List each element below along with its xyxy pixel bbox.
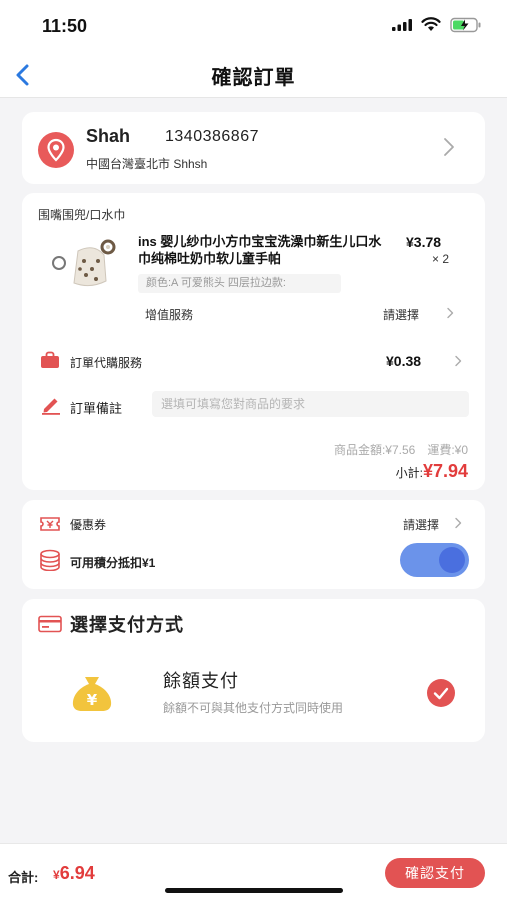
balance-payment-note: 餘額不可與其他支付方式同時使用 [163, 701, 344, 715]
order-note-input[interactable] [152, 391, 469, 417]
navigation-bar: 確認訂單 [0, 52, 507, 98]
shipping-address-card[interactable]: Shah 1340386867 中國台灣臺北市 Shhsh [22, 112, 485, 184]
toggle-knob [439, 547, 465, 573]
wifi-icon [421, 17, 441, 31]
chevron-right-icon [455, 517, 462, 529]
home-indicator[interactable] [165, 888, 343, 893]
value-added-service-select[interactable]: 請選擇 [383, 306, 419, 323]
cellular-signal-icon [392, 19, 412, 31]
proxy-purchase-service-fee[interactable]: ¥0.38 [386, 353, 421, 369]
value-added-service-label: 增值服務 [145, 308, 194, 322]
chevron-right-icon [455, 355, 462, 367]
chevron-right-icon [444, 138, 454, 156]
goods-amount: 商品金額:¥7.56 [333, 443, 416, 457]
edit-pen-icon [42, 398, 60, 415]
order-subtotal: 小計:¥7.94 [396, 461, 468, 482]
total-amount: ¥6.94 [53, 863, 95, 884]
points-coins-icon [40, 549, 60, 571]
status-bar: 11:50 [0, 0, 507, 52]
points-deduction-label: 可用積分抵扣¥1 [70, 556, 156, 570]
recipient-address: 中國台灣臺北市 Shhsh [86, 157, 208, 171]
checkout-bar: 合計: ¥6.94 確認支付 [0, 843, 507, 900]
confirm-payment-button[interactable]: 確認支付 [385, 858, 485, 888]
page-title: 確認訂單 [211, 67, 296, 89]
payment-card-icon [38, 615, 62, 633]
product-category: 围嘴围兜/口水巾 [38, 208, 126, 222]
status-time: 11:50 [42, 16, 88, 36]
total-label: 合計: [8, 870, 39, 885]
coupon-select[interactable]: 請選擇 [403, 516, 439, 533]
checkmark-icon[interactable] [427, 679, 455, 707]
proxy-purchase-service-label: 訂單代購服務 [70, 356, 143, 370]
shipping-fee: 運費:¥0 [427, 443, 468, 457]
total-value: 6.94 [59, 863, 95, 883]
recipient-phone: 1340386867 [165, 128, 259, 145]
chevron-right-icon [447, 307, 454, 319]
svg-text:¥: ¥ [87, 691, 98, 709]
battery-charging-icon [450, 17, 481, 33]
coupon-ticket-icon [40, 517, 60, 531]
order-note-label: 訂單備註 [70, 401, 123, 416]
product-spec: 颜色:A 可爱熊头 四层拉边款: [138, 274, 341, 293]
coupon-label: 優惠券 [70, 518, 107, 532]
subtotal-amount: ¥7.94 [422, 461, 468, 481]
discounts-card: 優惠券 請選擇 可用積分抵扣¥1 [22, 500, 485, 589]
money-bag-icon: ¥ [72, 677, 112, 711]
product-name[interactable]: ins 婴儿纱巾小方巾宝宝洗澡巾新生儿口水巾纯棉吐奶巾软儿童手帕 [138, 233, 393, 267]
product-thumbnail[interactable] [44, 233, 140, 295]
order-details-card: 围嘴围兜/口水巾 ins 婴儿纱巾小方巾宝宝洗澡巾新生儿口水巾纯棉吐奶巾软儿童手… [22, 193, 485, 490]
balance-payment-method[interactable]: 餘額支付 [163, 667, 239, 693]
product-quantity: × 2 [432, 252, 450, 266]
shopping-bag-icon [41, 351, 59, 368]
payment-section-title: 選擇支付方式 [70, 615, 184, 635]
product-price: ¥3.78 [406, 234, 442, 250]
total-currency: ¥ [53, 868, 60, 882]
recipient-name: Shah [86, 126, 131, 146]
points-deduction-toggle[interactable] [400, 543, 469, 577]
location-pin-icon [38, 132, 74, 168]
subtotal-label: 小計: [395, 466, 423, 480]
amount-breakdown: 商品金額:¥7.56 運費:¥0 [322, 441, 468, 458]
payment-method-card: 選擇支付方式 ¥ 餘額支付 餘額不可與其他支付方式同時使用 [22, 599, 485, 742]
